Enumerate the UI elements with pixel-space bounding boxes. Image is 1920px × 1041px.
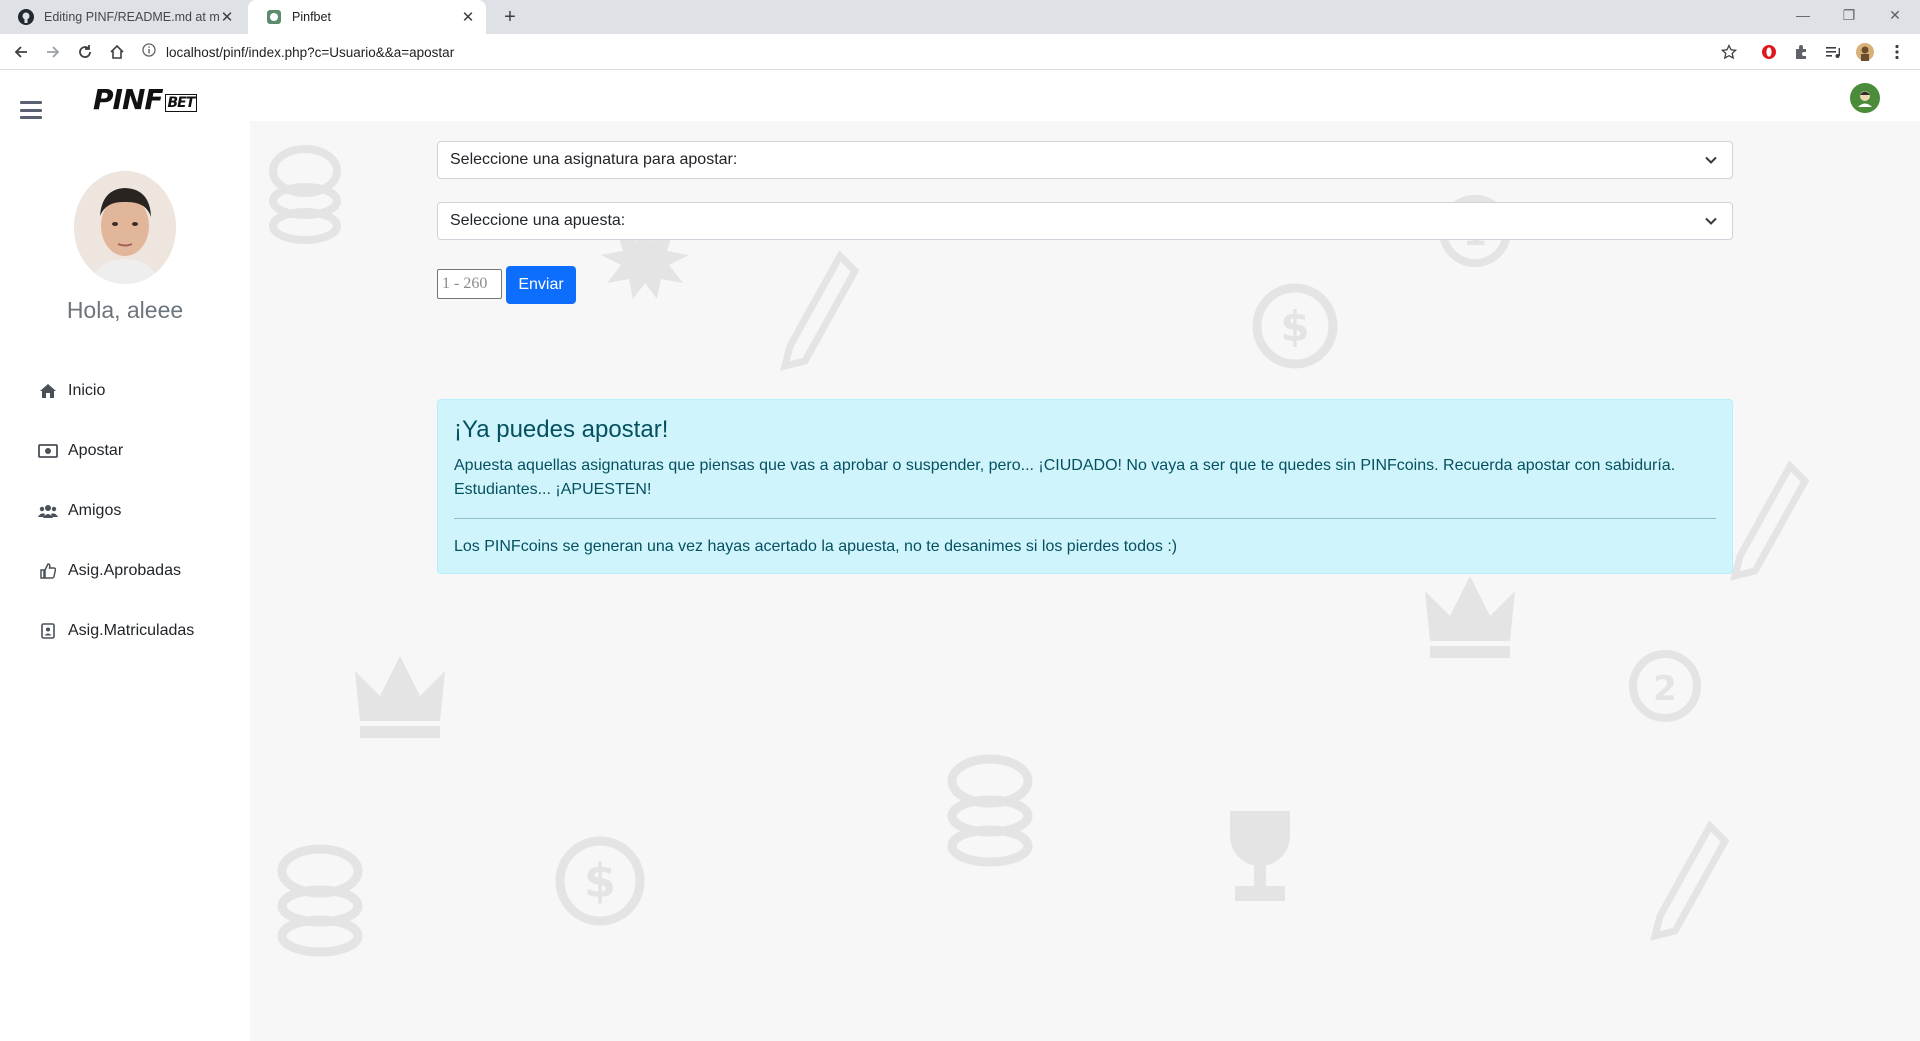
close-window-icon[interactable]: ✕	[1872, 0, 1918, 30]
chevron-down-icon	[1705, 156, 1717, 164]
pencil-icon	[1730, 461, 1810, 581]
sidebar-menu: Inicio Apostar Amigos Asig.Aprobadas Asi…	[38, 361, 194, 661]
send-button[interactable]: Enviar	[506, 266, 576, 304]
browser-tab-github[interactable]: Editing PINF/README.md at master ✕	[0, 0, 245, 34]
medal-icon: 2	[1629, 650, 1701, 722]
sidebar-item-asig-aprobadas[interactable]: Asig.Aprobadas	[38, 541, 194, 601]
alert-heading: ¡Ya puedes apostar!	[454, 416, 669, 443]
home-icon	[38, 381, 58, 401]
money-bill-icon	[38, 441, 58, 461]
close-tab-icon[interactable]: ✕	[219, 8, 235, 26]
media-control-icon[interactable]	[1820, 39, 1846, 65]
browser-tab-pinfbet[interactable]: Pinfbet ✕	[248, 0, 486, 34]
forward-icon[interactable]	[40, 39, 66, 65]
bet-select-value: Seleccione una apuesta:	[450, 212, 626, 229]
home-button-icon[interactable]	[104, 39, 130, 65]
page: PINF BET Hola, aleee Inicio Apostar Amig…	[0, 71, 1920, 1041]
subject-select-value: Seleccione una asignatura para apostar:	[450, 151, 738, 168]
sidebar: Hola, aleee Inicio Apostar Amigos Asig.A…	[0, 121, 250, 1041]
url-text: localhost/pinf/index.php?c=Usuario&&a=ap…	[166, 44, 455, 60]
bet-amount-input[interactable]	[437, 269, 502, 299]
sidebar-item-inicio[interactable]: Inicio	[38, 361, 194, 421]
top-navbar: PINF BET	[0, 71, 1920, 121]
chevron-down-icon	[1705, 217, 1717, 225]
pinfbet-favicon-icon	[266, 9, 282, 25]
tab-title: Editing PINF/README.md at master	[44, 10, 219, 24]
alert-body: Apuesta aquellas asignaturas que piensas…	[454, 457, 1676, 498]
browser-menu-icon[interactable]	[1884, 39, 1910, 65]
close-tab-icon[interactable]: ✕	[460, 8, 476, 26]
minimize-icon[interactable]: —	[1780, 0, 1826, 30]
logo-sub: BET	[164, 94, 198, 112]
pencil-icon	[1650, 821, 1730, 941]
bookmark-star-icon[interactable]	[1716, 39, 1742, 65]
sidebar-item-label: Inicio	[68, 382, 106, 399]
bet-select[interactable]: Seleccione una apuesta:	[437, 202, 1733, 240]
pencil-icon	[780, 251, 860, 371]
address-bar[interactable]: localhost/pinf/index.php?c=Usuario&&a=ap…	[142, 37, 1742, 67]
svg-text:$: $	[584, 854, 616, 908]
thumbs-up-icon	[38, 561, 58, 581]
dollar-coin-icon: $	[1252, 283, 1338, 369]
reload-icon[interactable]	[72, 39, 98, 65]
users-icon	[38, 501, 58, 521]
opera-extension-icon[interactable]	[1756, 39, 1782, 65]
main-content: $ 1 2 $ Seleccione una asignatura para a…	[250, 121, 1920, 1041]
github-icon	[18, 9, 34, 25]
hamburger-menu-icon[interactable]	[20, 101, 42, 119]
sidebar-item-amigos[interactable]: Amigos	[38, 481, 194, 541]
dollar-coin-icon: $	[555, 836, 645, 926]
coins-stack-icon	[947, 754, 1033, 867]
subject-select[interactable]: Seleccione una asignatura para apostar:	[437, 141, 1733, 179]
profile-photo	[74, 171, 176, 284]
alert-divider	[454, 518, 1716, 519]
restore-icon[interactable]: ❐	[1826, 0, 1872, 30]
crown-icon	[1425, 576, 1515, 658]
pinfbet-logo[interactable]: PINF BET	[93, 83, 198, 116]
coins-stack-icon	[269, 145, 341, 244]
sidebar-item-label: Asig.Matriculadas	[68, 622, 195, 639]
trophy-icon	[1230, 811, 1290, 901]
user-avatar-button[interactable]	[1850, 83, 1880, 113]
sidebar-item-label: Asig.Aprobadas	[68, 562, 181, 579]
info-alert: ¡Ya puedes apostar! Apuesta aquellas asi…	[437, 399, 1733, 574]
profile-avatar-icon[interactable]	[1852, 39, 1878, 65]
coins-stack-icon	[277, 844, 363, 957]
svg-text:$: $	[1280, 302, 1309, 351]
sidebar-item-asig-matriculadas[interactable]: Asig.Matriculadas	[38, 601, 194, 661]
crown-icon	[355, 656, 445, 738]
logo-main: PINF	[93, 83, 163, 116]
alert-footer: Los PINFcoins se generan una vez hayas a…	[454, 538, 1178, 555]
back-icon[interactable]	[8, 39, 34, 65]
browser-toolbar: localhost/pinf/index.php?c=Usuario&&a=ap…	[0, 34, 1920, 70]
greeting-text: Hola, aleee	[66, 297, 184, 323]
tab-title: Pinfbet	[292, 10, 331, 24]
sidebar-item-label: Amigos	[68, 502, 122, 519]
new-tab-button[interactable]: +	[498, 5, 522, 29]
user-avatar-icon	[1858, 91, 1872, 107]
address-book-icon	[38, 621, 58, 641]
sidebar-item-apostar[interactable]: Apostar	[38, 421, 194, 481]
svg-text:2: 2	[1653, 669, 1677, 709]
sidebar-item-label: Apostar	[68, 442, 124, 459]
site-info-icon[interactable]	[142, 42, 156, 62]
browser-tab-bar: Editing PINF/README.md at master ✕ Pinfb…	[0, 0, 1920, 34]
extensions-puzzle-icon[interactable]	[1788, 39, 1814, 65]
